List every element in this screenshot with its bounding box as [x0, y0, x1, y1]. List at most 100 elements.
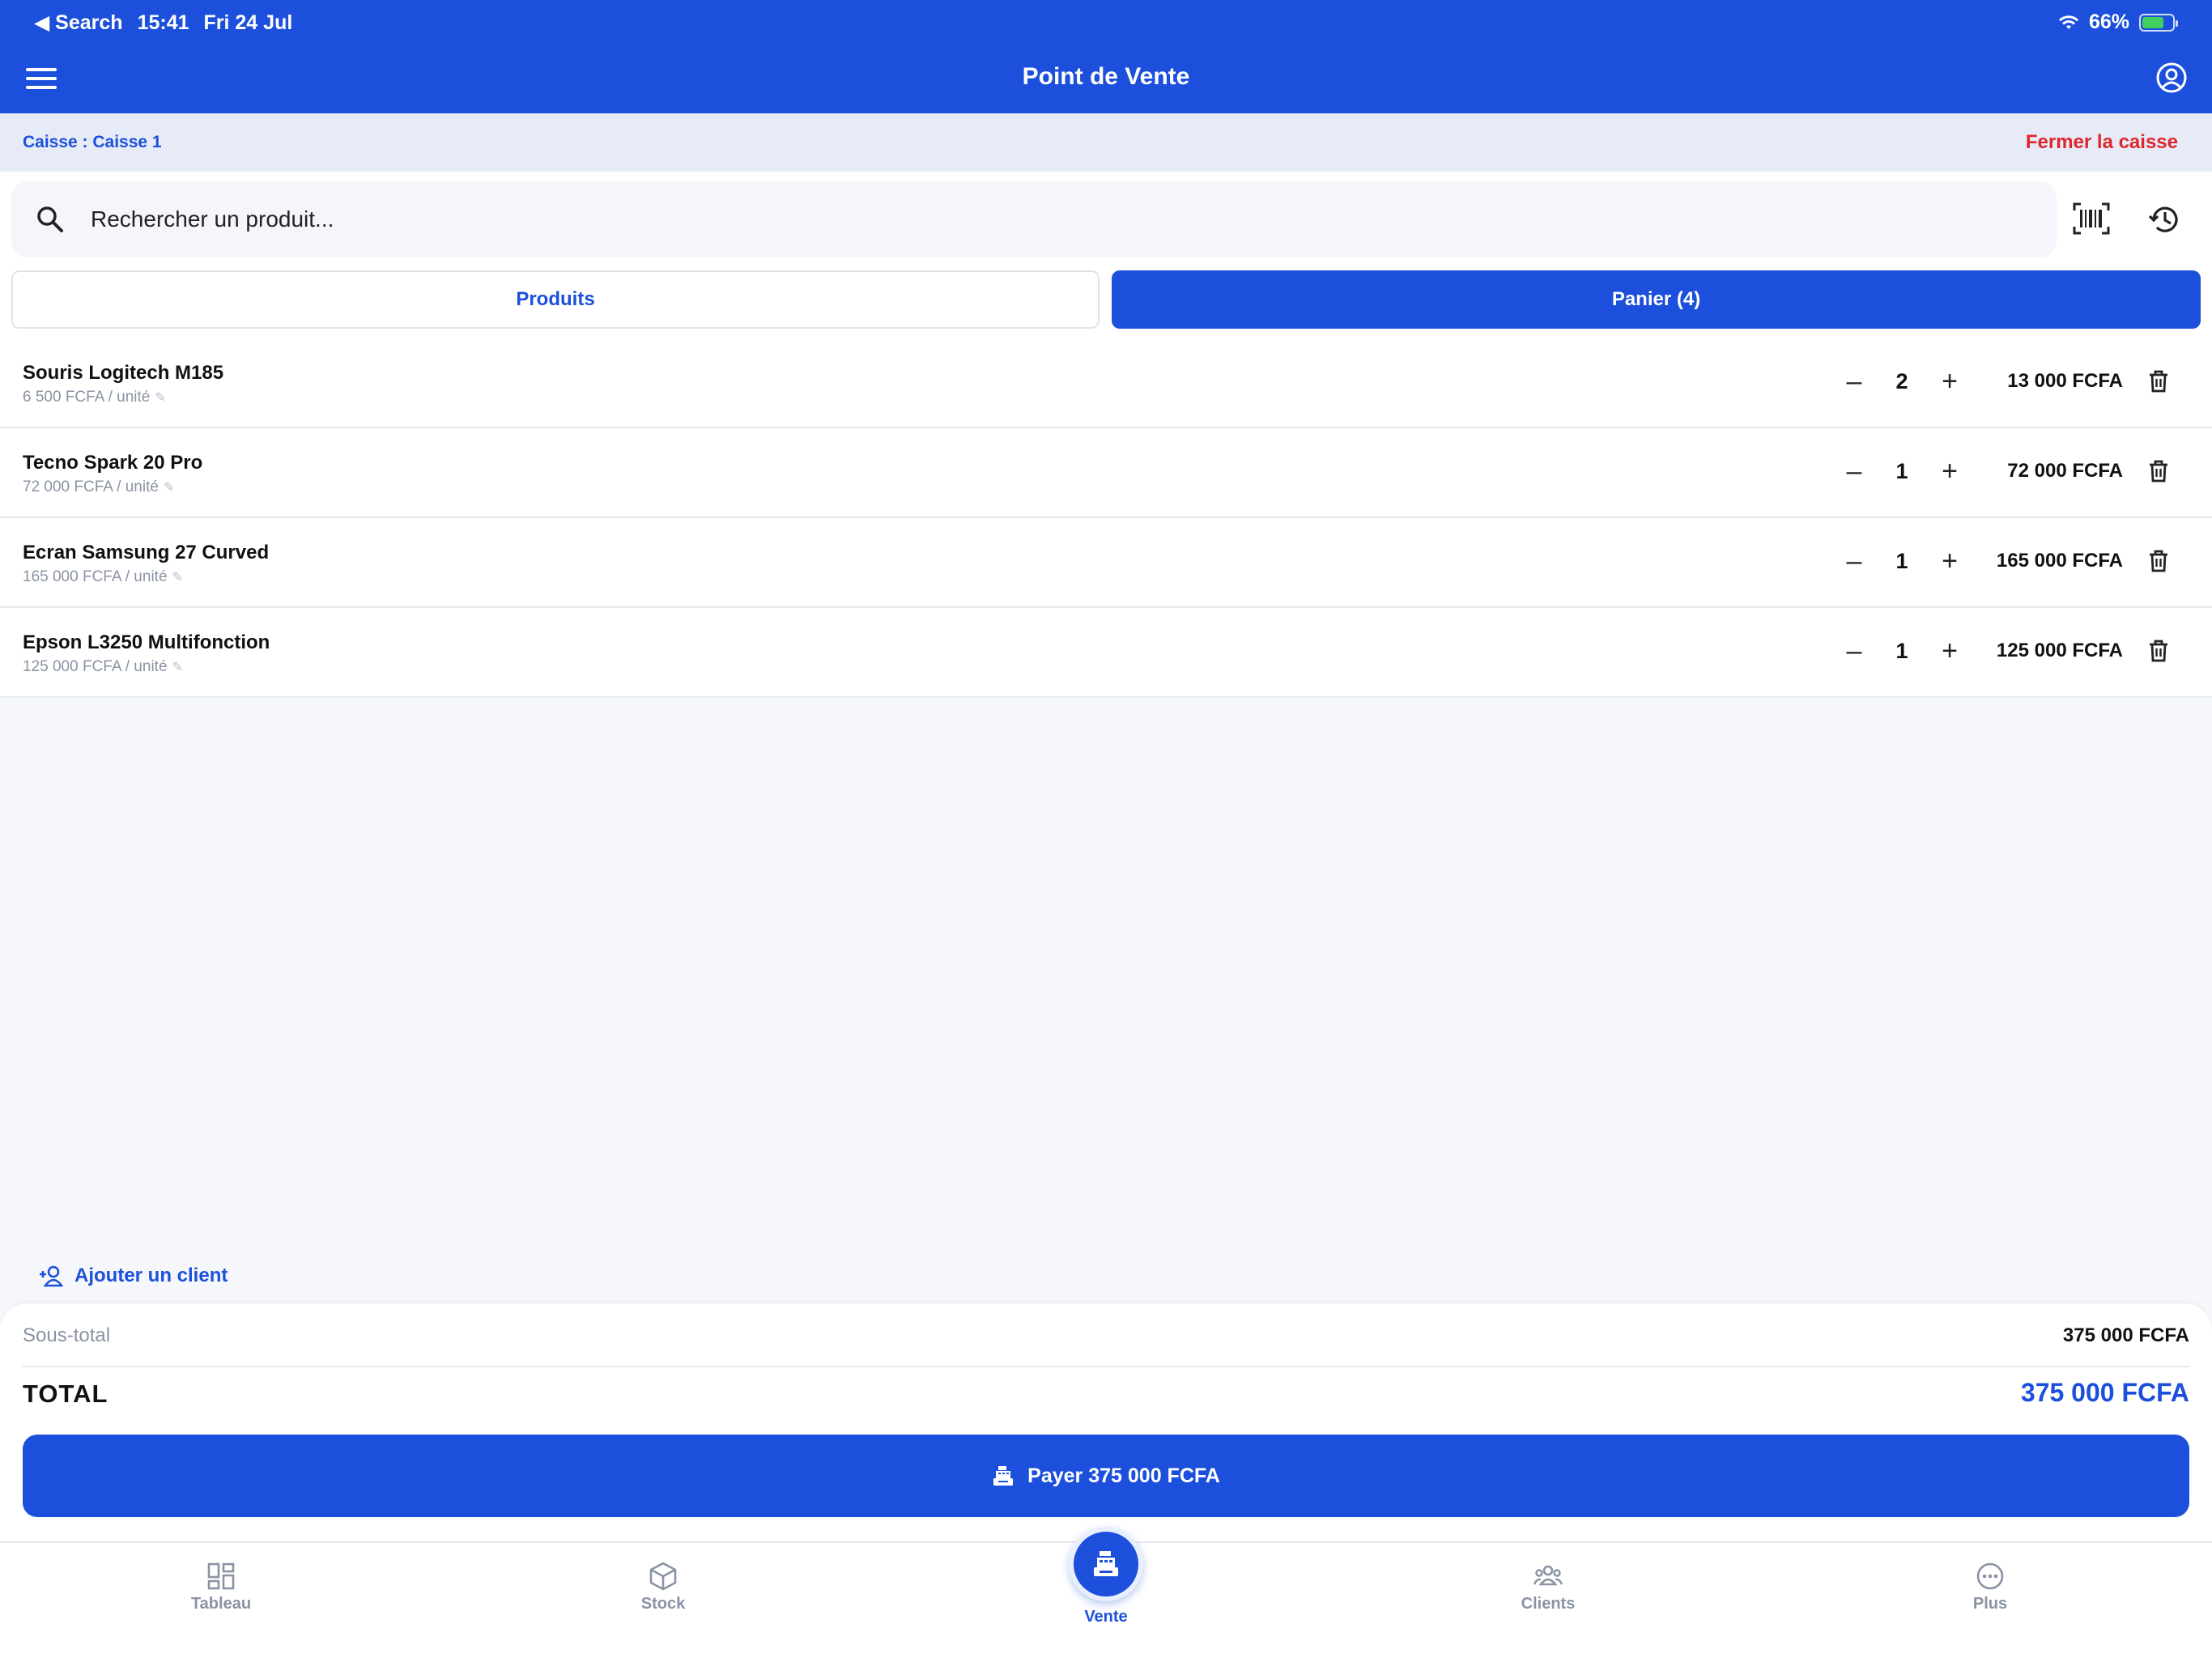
dashboard-icon: [207, 1562, 235, 1590]
item-controls: – 1 + 72 000 FCFA: [1838, 457, 2170, 485]
nav-clients[interactable]: Clients: [1467, 1561, 1629, 1613]
nav-tableau-label: Tableau: [190, 1595, 252, 1613]
more-icon: [1976, 1562, 2004, 1590]
item-quantity: 1: [1895, 458, 1908, 483]
subtotal-value: 375 000 FCFA: [2062, 1324, 2189, 1346]
back-label: Search: [55, 11, 123, 34]
edit-price-icon[interactable]: ✎: [155, 391, 165, 405]
item-unit-price[interactable]: 72 000 FCFA / unité ✎: [23, 478, 174, 496]
nav-bar: Point de Vente: [0, 45, 2212, 113]
status-date: Fri 24 Jul: [203, 11, 293, 34]
battery-percent: 66%: [2088, 11, 2129, 33]
back-to-search-link[interactable]: ◀ Search: [34, 11, 123, 35]
item-line-total: 125 000 FCFA: [1996, 640, 2123, 661]
item-quantity: 1: [1895, 548, 1908, 573]
nav-plus-label: Plus: [1972, 1595, 2008, 1613]
item-unit-price[interactable]: 125 000 FCFA / unité ✎: [23, 658, 183, 676]
item-controls: – 2 + 13 000 FCFA: [1838, 368, 2170, 395]
unit-price-text: 72 000 FCFA / unité: [23, 478, 159, 495]
nav-vente-label: Vente: [1084, 1608, 1128, 1626]
status-right: 66%: [2058, 11, 2178, 34]
add-client-button[interactable]: Ajouter un client: [39, 1265, 228, 1287]
summary-divider: [23, 1366, 2189, 1367]
cart-item: Ecran Samsung 27 Curved 165 000 FCFA / u…: [0, 518, 2212, 608]
search-box[interactable]: [11, 181, 2057, 257]
total-label: TOTAL: [23, 1380, 108, 1408]
pay-button-label: Payer 375 000 FCFA: [1027, 1464, 1220, 1487]
increase-qty-button[interactable]: +: [1933, 547, 1966, 575]
item-line-total: 165 000 FCFA: [1996, 550, 2123, 572]
cart-list: Souris Logitech M185 6 500 FCFA / unité ✎…: [0, 338, 2212, 698]
close-caisse-button[interactable]: Fermer la caisse: [2026, 131, 2178, 154]
increase-qty-button[interactable]: +: [1933, 457, 1966, 485]
edit-price-icon[interactable]: ✎: [164, 481, 174, 495]
item-unit-price[interactable]: 165 000 FCFA / unité ✎: [23, 568, 183, 586]
tab-produits[interactable]: Produits: [11, 270, 1100, 329]
trash-icon[interactable]: [2147, 549, 2170, 573]
status-bar: ◀ Search 15:41 Fri 24 Jul 66%: [0, 0, 2212, 45]
caisse-bar: Caisse : Caisse 1 Fermer la caisse: [0, 113, 2212, 172]
cart-item: Souris Logitech M185 6 500 FCFA / unité ✎…: [0, 338, 2212, 428]
item-name: Epson L3250 Multifonction: [23, 631, 270, 653]
cart-item: Tecno Spark 20 Pro 72 000 FCFA / unité ✎ …: [0, 428, 2212, 518]
vente-circle: [1069, 1527, 1143, 1601]
add-client-label: Ajouter un client: [74, 1265, 228, 1286]
users-icon: [1533, 1565, 1563, 1586]
nav-plus[interactable]: Plus: [1909, 1561, 2071, 1613]
nav-stock[interactable]: Stock: [582, 1561, 744, 1613]
nav-tableau[interactable]: Tableau: [140, 1561, 302, 1613]
box-icon: [649, 1562, 677, 1591]
trash-icon[interactable]: [2147, 459, 2170, 483]
status-left: ◀ Search 15:41 Fri 24 Jul: [34, 11, 292, 35]
cart-item: Epson L3250 Multifonction 125 000 FCFA /…: [0, 608, 2212, 698]
page-title: Point de Vente: [1022, 63, 1190, 90]
battery-icon: [2139, 13, 2178, 32]
app-header: ◀ Search 15:41 Fri 24 Jul 66% Point de V…: [0, 0, 2212, 113]
item-controls: – 1 + 125 000 FCFA: [1838, 637, 2170, 665]
caisse-label: Caisse : Caisse 1: [23, 133, 162, 151]
nav-stock-label: Stock: [640, 1595, 686, 1613]
user-profile-icon[interactable]: [2155, 62, 2188, 94]
pay-button[interactable]: Payer 375 000 FCFA: [23, 1435, 2189, 1517]
cash-register-icon: [993, 1466, 1014, 1486]
edit-price-icon[interactable]: ✎: [172, 661, 183, 674]
search-icon: [37, 206, 63, 232]
decrease-qty-button[interactable]: –: [1838, 457, 1870, 485]
nav-vente[interactable]: Vente: [1025, 1527, 1187, 1626]
order-summary: Sous-total 375 000 FCFA TOTAL 375 000 FC…: [0, 1303, 2212, 1541]
subtotal-label: Sous-total: [23, 1324, 111, 1346]
trash-icon[interactable]: [2147, 369, 2170, 393]
item-line-total: 72 000 FCFA: [2007, 460, 2123, 482]
unit-price-text: 165 000 FCFA / unité: [23, 568, 168, 585]
item-name: Souris Logitech M185: [23, 362, 224, 384]
search-area: [0, 172, 2212, 267]
item-name: Tecno Spark 20 Pro: [23, 452, 203, 474]
tab-panier[interactable]: Panier (4): [1112, 270, 2201, 329]
barcode-scan-icon[interactable]: [2073, 202, 2110, 235]
increase-qty-button[interactable]: +: [1933, 637, 1966, 665]
add-user-icon: [40, 1265, 63, 1287]
increase-qty-button[interactable]: +: [1933, 368, 1966, 395]
decrease-qty-button[interactable]: –: [1838, 547, 1870, 575]
item-controls: – 1 + 165 000 FCFA: [1838, 547, 2170, 575]
decrease-qty-button[interactable]: –: [1838, 368, 1870, 395]
cash-register-icon: [1094, 1551, 1118, 1576]
search-input[interactable]: [91, 206, 1953, 232]
trash-icon[interactable]: [2147, 639, 2170, 663]
item-line-total: 13 000 FCFA: [2007, 370, 2123, 392]
edit-price-icon[interactable]: ✎: [172, 571, 183, 585]
wifi-icon: [2058, 15, 2078, 29]
unit-price-text: 6 500 FCFA / unité: [23, 389, 151, 406]
decrease-qty-button[interactable]: –: [1838, 637, 1870, 665]
item-name: Ecran Samsung 27 Curved: [23, 542, 270, 563]
total-value: 375 000 FCFA: [2020, 1378, 2189, 1407]
view-tabs: Produits Panier (4): [0, 267, 2212, 338]
item-quantity: 2: [1895, 368, 1908, 393]
bottom-nav: Tableau Stock Vente Clients Plus: [0, 1527, 2212, 1658]
history-icon[interactable]: [2147, 202, 2181, 236]
item-unit-price[interactable]: 6 500 FCFA / unité ✎: [23, 389, 166, 406]
nav-clients-label: Clients: [1521, 1595, 1576, 1613]
item-quantity: 1: [1895, 638, 1908, 663]
status-time: 15:41: [137, 11, 189, 34]
unit-price-text: 125 000 FCFA / unité: [23, 658, 168, 675]
